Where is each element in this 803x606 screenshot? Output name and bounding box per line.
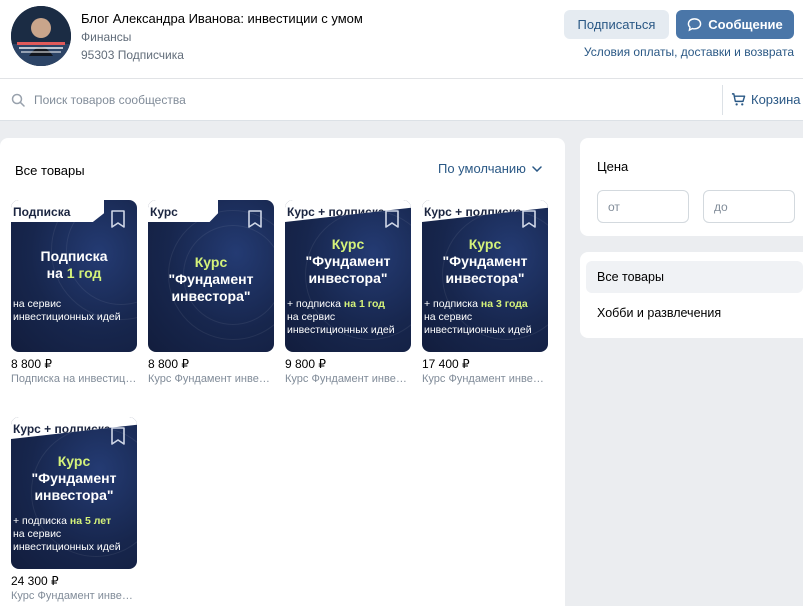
product-name[interactable]: Курс Фундамент инвестора + подписка	[422, 373, 548, 385]
product-headline: Подписка на 1 год	[40, 248, 108, 281]
product-headline: Курс "Фундамент инвестора"	[31, 453, 117, 503]
sort-label: По умолчанию	[438, 161, 526, 176]
community-title[interactable]: Блог Александра Иванова: инвестиции с ум…	[81, 11, 363, 26]
subscribe-button[interactable]: Подписаться	[564, 10, 669, 39]
bookmark-icon[interactable]	[109, 426, 127, 446]
message-button-label: Сообщение	[708, 17, 783, 32]
community-category: Финансы	[81, 30, 132, 44]
price-filter-label: Цена	[597, 159, 629, 174]
price-from-input[interactable]	[597, 190, 689, 223]
product-card[interactable]: Подписка Подписка на 1 год на сервис инв…	[11, 200, 137, 385]
conditions-link[interactable]: Условия оплаты, доставки и возврата	[584, 45, 794, 59]
product-subtext: + подписка на 3 года на сервис инвестици…	[424, 298, 532, 336]
sort-dropdown[interactable]: По умолчанию	[438, 161, 542, 176]
product-image[interactable]: Подписка Подписка на 1 год на сервис инв…	[11, 200, 137, 352]
community-avatar[interactable]	[11, 6, 71, 66]
product-name[interactable]: Подписка на инвестиционные идеи	[11, 373, 137, 385]
product-image[interactable]: Курс + подписка Курс "Фундамент инвестор…	[422, 200, 548, 352]
product-price: 24 300 ₽	[11, 574, 59, 588]
product-price: 9 800 ₽	[285, 357, 326, 371]
product-price: 8 800 ₽	[148, 357, 189, 371]
product-card[interactable]: Курс + подписка Курс "Фундамент инвестор…	[422, 200, 548, 385]
message-button[interactable]: Сообщение	[676, 10, 794, 39]
product-price: 17 400 ₽	[422, 357, 470, 371]
product-name[interactable]: Курс Фундамент инвестора + подписка	[11, 590, 137, 602]
product-headline: Курс "Фундамент инвестора"	[442, 236, 528, 286]
subscriber-count[interactable]: 95303 Подписчика	[81, 48, 184, 62]
catalog-heading: Все товары	[15, 163, 85, 178]
product-image[interactable]: Курс + подписка Курс "Фундамент инвестор…	[285, 200, 411, 352]
price-filter: Цена	[580, 138, 803, 236]
catalog-panel: Все товары По умолчанию Подписка Подписк…	[0, 138, 565, 606]
cart-label: Корзина	[751, 92, 801, 107]
price-to-input[interactable]	[703, 190, 795, 223]
product-subtext: + подписка на 5 лет на сервис инвестицио…	[13, 515, 121, 553]
product-image[interactable]: Курс + подписка Курс "Фундамент инвестор…	[11, 417, 137, 569]
divider	[722, 85, 723, 115]
chat-bubble-icon	[687, 18, 702, 32]
cart-button[interactable]: Корзина	[731, 92, 801, 107]
product-card[interactable]: Курс + подписка Курс "Фундамент инвестор…	[11, 417, 137, 602]
product-price: 8 800 ₽	[11, 357, 52, 371]
cart-icon	[731, 93, 746, 106]
product-subtext: + подписка на 1 год на сервис инвестицио…	[287, 298, 395, 336]
category-item-hobby[interactable]: Хобби и развлечения	[586, 297, 803, 329]
bookmark-icon[interactable]	[246, 209, 264, 229]
community-header: Блог Александра Иванова: инвестиции с ум…	[0, 0, 803, 79]
search-bar: Корзина	[0, 79, 803, 121]
search-input[interactable]	[34, 90, 674, 110]
product-card[interactable]: Курс + подписка Курс "Фундамент инвестор…	[285, 200, 411, 385]
product-subtext: на сервис инвестиционных идей	[13, 298, 121, 323]
category-item-all[interactable]: Все товары	[586, 261, 803, 293]
product-tag: Подписка	[11, 200, 104, 222]
bookmark-icon[interactable]	[109, 209, 127, 229]
product-headline: Курс "Фундамент инвестора"	[305, 236, 391, 286]
product-headline: Курс "Фундамент инвестора"	[168, 254, 254, 304]
product-image[interactable]: Курс Курс "Фундамент инвестора"	[148, 200, 274, 352]
bookmark-icon[interactable]	[383, 209, 401, 229]
product-name[interactable]: Курс Фундамент инвестора	[148, 373, 274, 385]
product-card[interactable]: Курс Курс "Фундамент инвестора" 8 800 ₽ …	[148, 200, 274, 385]
chevron-down-icon	[532, 165, 542, 172]
product-tag: Курс	[148, 200, 218, 222]
bookmark-icon[interactable]	[520, 209, 538, 229]
product-name[interactable]: Курс Фундамент инвестора + подписка	[285, 373, 411, 385]
search-icon	[11, 93, 25, 107]
category-list: Все товары Хобби и развлечения	[580, 252, 803, 338]
